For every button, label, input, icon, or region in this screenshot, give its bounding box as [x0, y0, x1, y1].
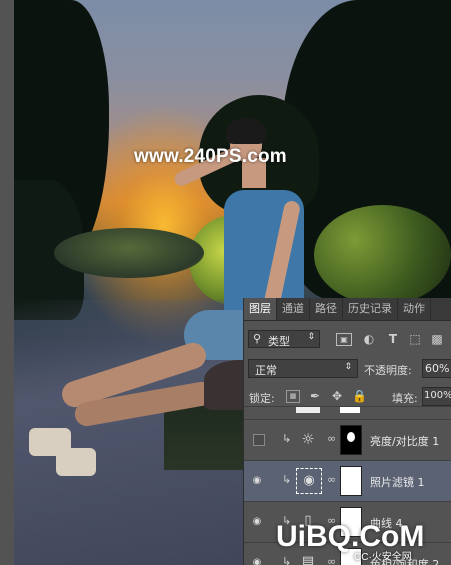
chevron-updown-icon: ⇕ [344, 362, 352, 372]
layer-row[interactable]: ◉ ↳ ▯ ∞ 曲线 4 [244, 501, 451, 542]
lock-label: 锁定: [249, 392, 275, 405]
curves-icon: ▯ [304, 513, 312, 528]
layer-mask-thumbnail[interactable] [340, 425, 362, 455]
clip-arrow-icon: ↳ [282, 514, 292, 527]
smart-object-filter-icon[interactable]: ▩ [430, 332, 444, 346]
photoshop-window: www.240PS.com 图层 通道 路径 历史记录 动作 ⚲ 类型 ⇕ ▣ … [0, 0, 451, 565]
panel-tabs: 图层 通道 路径 历史记录 动作 [244, 298, 451, 321]
fill-label: 填充: [392, 392, 418, 405]
tab-actions[interactable]: 动作 [398, 298, 431, 320]
opacity-input[interactable]: 60% [422, 359, 451, 378]
blend-mode-select[interactable]: 正常 ⇕ [248, 359, 358, 378]
visibility-toggle[interactable] [253, 434, 265, 446]
tab-paths[interactable]: 路径 [310, 298, 343, 320]
search-icon: ⚲ [253, 332, 262, 345]
lock-position-icon[interactable]: ✥ [330, 389, 344, 403]
layer-row[interactable]: ↳ ☼ ∞ 亮度/对比度 1 [244, 419, 451, 460]
hue-saturation-icon: ▤ [301, 554, 315, 565]
layer-name: 照片滤镜 1 [370, 476, 425, 489]
clip-arrow-icon: ↳ [282, 432, 292, 445]
filter-row: ⚲ 类型 ⇕ ▣ ◐ T ⬚ ▩ [244, 328, 451, 350]
layer-mask-thumbnail[interactable] [340, 548, 362, 565]
fill-value: 100% [424, 390, 451, 401]
kind-filter-label: 类型 [268, 335, 290, 348]
layer-mask-thumbnail[interactable] [340, 507, 362, 537]
link-icon: ∞ [327, 432, 337, 445]
link-icon: ∞ [327, 473, 337, 486]
layer-thumbnail [296, 407, 320, 413]
layer-name: 色相/饱和度 2 [370, 558, 440, 565]
eye-icon[interactable]: ◉ [250, 557, 264, 565]
clip-arrow-icon: ↳ [282, 473, 292, 486]
lock-image-pixels-icon[interactable]: ✒ [308, 389, 322, 403]
shape-layer-filter-icon[interactable]: ⬚ [408, 332, 422, 346]
opacity-label: 不透明度: [364, 364, 412, 377]
pixel-layer-filter-icon[interactable]: ▣ [336, 333, 352, 346]
lock-transparent-pixels-icon[interactable]: ▦ [286, 390, 300, 403]
link-icon: ∞ [327, 555, 337, 565]
layer-row-selected[interactable]: ◉ ↳ ◉ ∞ 照片滤镜 1 [244, 460, 451, 501]
fill-input[interactable]: 100% [422, 387, 451, 406]
tab-history[interactable]: 历史记录 [343, 298, 398, 320]
layer-name: 曲线 4 [370, 517, 403, 530]
lock-all-icon[interactable]: 🔒 [352, 389, 367, 403]
layer-row[interactable]: ◉ ↳ ▤ ∞ 色相/饱和度 2 [244, 542, 451, 565]
opacity-value: 60% [425, 362, 450, 375]
tab-layers[interactable]: 图层 [244, 298, 277, 320]
watermark-text: www.240PS.com [134, 146, 287, 167]
type-layer-filter-icon[interactable]: T [386, 332, 400, 346]
layer-row-partial[interactable] [244, 406, 451, 417]
layers-panel: 图层 通道 路径 历史记录 动作 ⚲ 类型 ⇕ ▣ ◐ T ⬚ ▩ 正常 ⇕ 不 [243, 298, 451, 565]
layer-mask-thumbnail[interactable] [340, 466, 362, 496]
blend-mode-value: 正常 [255, 364, 277, 377]
layer-kind-filter[interactable]: ⚲ 类型 ⇕ [248, 330, 320, 348]
photo-filter-icon: ◉ [296, 468, 322, 494]
adjustment-layer-filter-icon[interactable]: ◐ [362, 332, 376, 346]
lock-row: 锁定: ▦ ✒ ✥ 🔒 填充: 100% [244, 386, 451, 408]
brightness-icon: ☼ [301, 430, 315, 448]
layer-mask-thumbnail [340, 407, 360, 413]
blend-row: 正常 ⇕ 不透明度: 60% [244, 358, 451, 380]
eye-icon[interactable]: ◉ [250, 516, 264, 528]
eye-icon[interactable]: ◉ [250, 475, 264, 487]
layer-name: 亮度/对比度 1 [370, 435, 440, 448]
clip-arrow-icon: ↳ [282, 555, 292, 565]
link-icon: ∞ [327, 514, 337, 527]
tab-channels[interactable]: 通道 [277, 298, 310, 320]
chevron-updown-icon: ⇕ [307, 332, 315, 342]
shoe [56, 448, 96, 476]
